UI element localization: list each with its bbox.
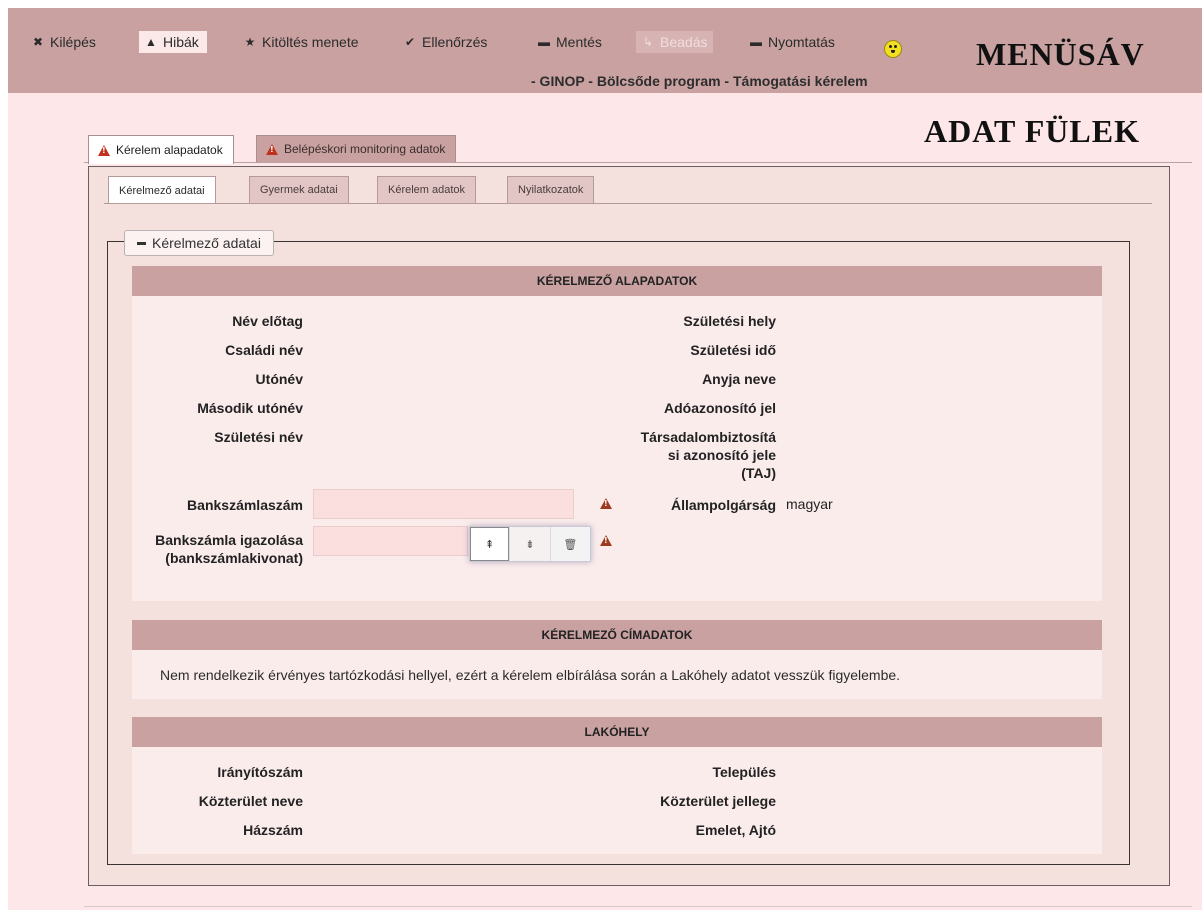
- label-bankszamlaszam: Bankszámlaszám: [187, 497, 303, 513]
- label-taj: Társadalombiztosítá si azonosító jele (T…: [640, 429, 776, 481]
- menu-bar: ✖ Kilépés ▲ Hibák ★ Kitöltés menete ✔ El…: [8, 8, 1202, 93]
- label-szuletesi-nev: Születési név: [214, 429, 303, 445]
- menu-label: Ellenőrzés: [422, 34, 488, 50]
- menu-label: Mentés: [556, 34, 602, 50]
- check-icon: ✔: [404, 35, 416, 49]
- menu-hibak[interactable]: ▲ Hibák: [139, 31, 207, 53]
- label-bankszamla-igazolasa: Bankszámla igazolása (bankszámlakivonat): [155, 532, 303, 566]
- allampolgarsag-value: magyar: [786, 496, 833, 512]
- file-actions: ⇞ ⇟ 🗑: [469, 526, 591, 562]
- menu-label: Hibák: [163, 34, 199, 50]
- menu-mentes[interactable]: ▬ Mentés: [538, 31, 602, 53]
- warning-icon: [600, 535, 612, 546]
- menu-kitoltes-menete[interactable]: ★ Kitöltés menete: [244, 31, 359, 53]
- warning-icon: [98, 144, 110, 156]
- tab-gyermek-adatai[interactable]: Gyermek adatai: [249, 176, 349, 203]
- label-anyja-neve: Anyja neve: [702, 371, 776, 387]
- label-adoazonosito-jel: Adóazonosító jel: [664, 400, 776, 416]
- menu-label: Nyomtatás: [768, 34, 835, 50]
- label-kozterulet-neve: Közterület neve: [198, 793, 303, 809]
- close-icon: ✖: [32, 35, 44, 49]
- label-emelet-ajto: Emelet, Ajtó: [695, 822, 776, 838]
- label-csaladi-nev: Családi név: [225, 342, 303, 358]
- tab-divider: [84, 162, 1192, 163]
- tab-nyilatkozatok[interactable]: Nyilatkozatok: [507, 176, 595, 203]
- label-szuletesi-ido: Születési idő: [690, 342, 776, 358]
- tab-label: Gyermek adatai: [260, 184, 338, 196]
- upload-icon[interactable]: ⇞: [470, 527, 511, 561]
- inner-tab-divider: [104, 203, 1152, 204]
- star-icon: ★: [244, 35, 256, 49]
- bottom-divider: [84, 906, 1192, 907]
- smiley-icon[interactable]: [884, 40, 902, 58]
- section-title: KÉRELMEZŐ CÍMADATOK: [132, 620, 1102, 650]
- menu-ellenorzes[interactable]: ✔ Ellenőrzés: [404, 31, 487, 53]
- tab-kerelem-alapadatok[interactable]: Kérelem alapadatok: [88, 135, 234, 164]
- tab-label: Kérelmező adatai: [119, 184, 205, 197]
- download-icon[interactable]: ⇟: [510, 527, 551, 561]
- tab-kerelmezo-adatai[interactable]: Kérelmező adatai: [108, 176, 216, 204]
- print-icon: ▬: [750, 35, 762, 49]
- menu-title: MENÜSÁV: [976, 36, 1145, 72]
- address-notice: Nem rendelkezik érvényes tartózkodási he…: [160, 667, 901, 683]
- fieldset-legend: Kérelmező adatai: [152, 235, 261, 251]
- send-icon: ↳: [642, 35, 654, 49]
- tab-kerelem-adatok[interactable]: Kérelem adatok: [377, 176, 477, 203]
- menu-nyomtatas[interactable]: ▬ Nyomtatás: [750, 31, 835, 53]
- minus-icon: [137, 241, 146, 245]
- form-subtitle: - GINOP - Bölcsőde program - Támogatási …: [531, 73, 868, 89]
- warning-icon: [266, 143, 278, 155]
- menu-beadas[interactable]: ↳ Beadás: [636, 31, 714, 53]
- trash-icon[interactable]: 🗑: [550, 527, 590, 561]
- save-icon: ▬: [538, 35, 550, 49]
- label-hazszam: Házszám: [243, 822, 303, 838]
- tab-label: Kérelem adatok: [388, 184, 466, 196]
- menu-label: Kitöltés menete: [262, 34, 359, 50]
- section-cimadatok: KÉRELMEZŐ CÍMADATOK: [132, 620, 1102, 699]
- bankszamlaszam-input[interactable]: [313, 489, 574, 519]
- bankszamla-igazolas-field[interactable]: [313, 526, 468, 556]
- tabs-title: ADAT FÜLEK: [924, 113, 1140, 149]
- label-kozterulet-jellege: Közterület jellege: [660, 793, 776, 809]
- label-telepules: Település: [712, 764, 776, 780]
- collapse-button[interactable]: Kérelmező adatai: [124, 230, 274, 256]
- menu-label: Beadás: [660, 34, 708, 50]
- warning-icon: [600, 498, 612, 509]
- menu-kilepes[interactable]: ✖ Kilépés: [32, 31, 96, 53]
- label-allampolgarsag: Állampolgárság: [670, 497, 776, 513]
- section-title: LAKÓHELY: [132, 717, 1102, 747]
- label-iranyitoszam: Irányítószám: [217, 764, 303, 780]
- section-title: KÉRELMEZŐ ALAPADATOK: [132, 266, 1102, 296]
- label-nev-elotag: Név előtag: [232, 313, 303, 329]
- label-szuletesi-hely: Születési hely: [683, 313, 776, 329]
- label-utonev: Utónév: [255, 371, 303, 387]
- tab-label: Belépéskori monitoring adatok: [284, 142, 446, 156]
- tab-belepeskori-monitoring[interactable]: Belépéskori monitoring adatok: [256, 135, 457, 162]
- warning-icon: ▲: [145, 35, 157, 49]
- tab-label: Kérelem alapadatok: [116, 143, 223, 157]
- menu-label: Kilépés: [50, 34, 96, 50]
- label-masodik-utonev: Második utónév: [197, 400, 303, 416]
- tab-label: Nyilatkozatok: [518, 184, 584, 196]
